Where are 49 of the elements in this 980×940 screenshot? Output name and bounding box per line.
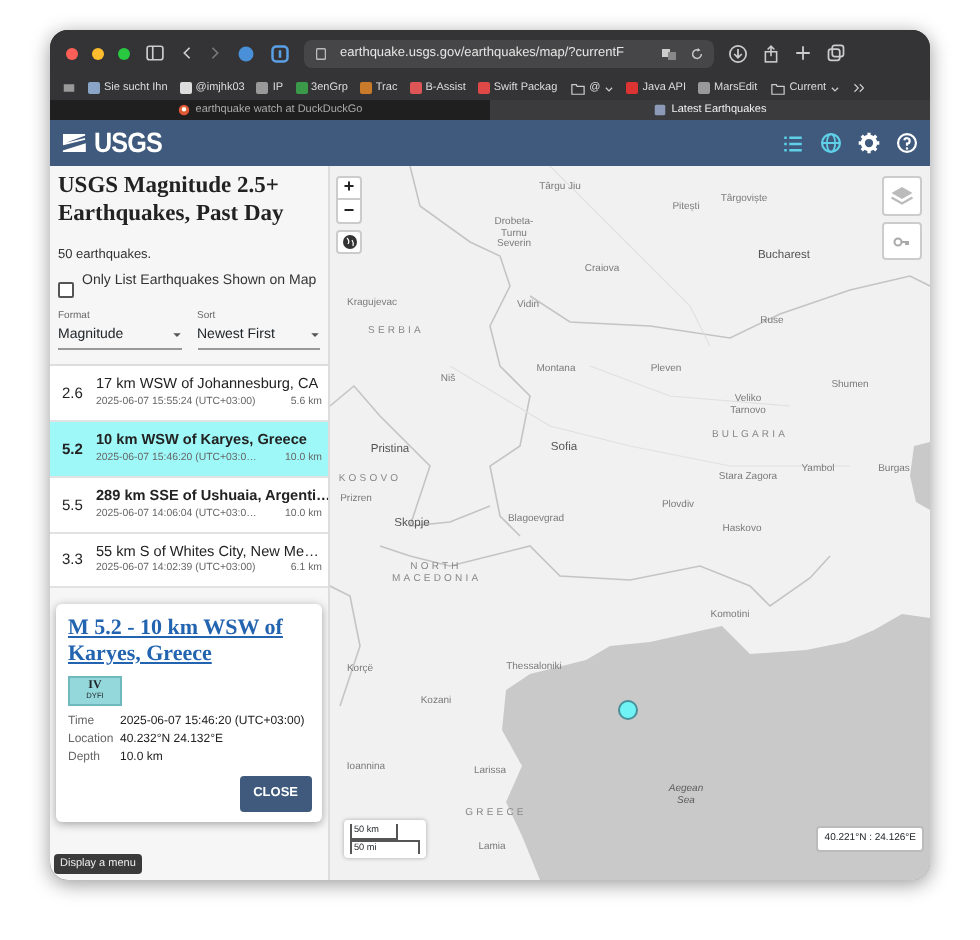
menu-icon[interactable] (62, 82, 76, 94)
more-icon[interactable] (852, 82, 867, 94)
back-icon[interactable] (180, 44, 194, 62)
panel-title: USGS Magnitude 2.5+ Earthquakes, Past Day (58, 174, 286, 230)
bookmark-icon (697, 82, 710, 94)
extension-icon[interactable] (270, 43, 290, 63)
usgs-logo[interactable]: USGS (62, 122, 170, 164)
folder-icon (769, 81, 786, 95)
bookmark-icon (179, 82, 192, 94)
bookmark-icon (256, 82, 269, 94)
caret-icon (604, 83, 615, 93)
list-icon[interactable] (782, 133, 804, 153)
bookmark-icon (409, 82, 422, 94)
download-icon[interactable] (728, 43, 748, 63)
caret-icon (171, 329, 181, 340)
wave-icon (62, 132, 86, 154)
forward-icon[interactable] (208, 44, 222, 62)
zoom-out-button[interactable]: − (336, 200, 362, 224)
site-icon (653, 104, 666, 116)
help-icon[interactable] (896, 132, 918, 154)
zoom-in-button[interactable]: + (336, 176, 362, 200)
translate-icon[interactable] (660, 45, 678, 61)
reload-icon[interactable] (690, 45, 704, 61)
caret-icon (830, 83, 841, 93)
bookmark-icon (359, 82, 372, 94)
bookmark-icon (626, 82, 639, 94)
bookmark-icon (477, 82, 490, 94)
checkbox[interactable] (58, 282, 74, 299)
window-control[interactable] (92, 47, 104, 59)
duck-icon (177, 104, 190, 116)
folder-icon (569, 81, 586, 95)
key-icon (890, 233, 914, 249)
tab-overview-icon[interactable] (826, 43, 846, 63)
sidebar-icon[interactable] (144, 44, 166, 62)
event-title-link[interactable]: M 5.2 - 10 km WSW of Karyes, Greece (68, 616, 312, 668)
globe-icon (341, 234, 357, 250)
globe-icon[interactable] (820, 132, 842, 154)
globe-button[interactable] (336, 230, 362, 254)
layers-icon (890, 184, 914, 208)
bookmark-icon (295, 82, 308, 94)
bookmark-icon (88, 82, 100, 94)
window-control[interactable] (118, 47, 130, 59)
new-tab-icon[interactable] (794, 44, 812, 62)
page-icon (314, 45, 328, 61)
window-control[interactable] (66, 47, 78, 59)
share-icon[interactable] (762, 43, 780, 63)
caret-icon (310, 329, 320, 340)
extension-icon[interactable] (236, 43, 256, 63)
settings-icon[interactable] (858, 132, 880, 154)
